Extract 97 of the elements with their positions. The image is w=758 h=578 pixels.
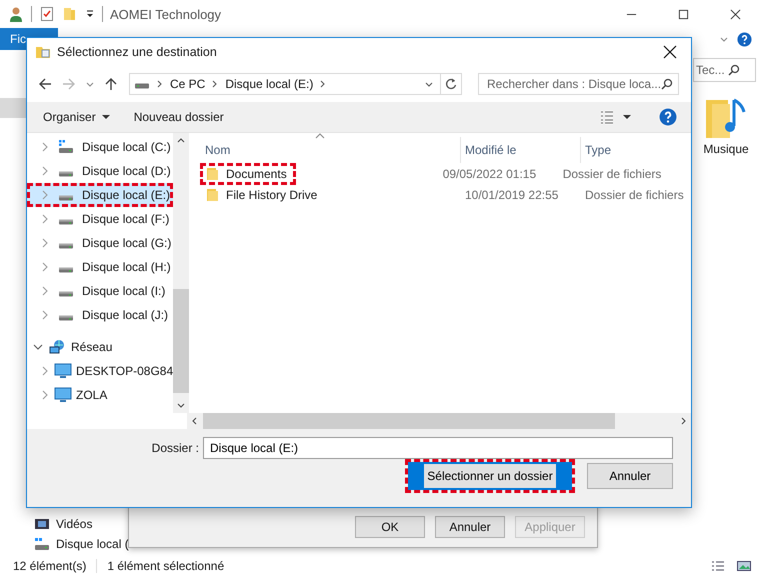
monitor-icon <box>54 362 72 380</box>
dialog-button[interactable]: Annuler <box>435 516 505 538</box>
drive-icon <box>58 195 74 201</box>
chevron-right-icon[interactable] <box>40 142 50 152</box>
tree-item[interactable]: Disque local (E:) <box>27 183 174 207</box>
chevron-right-icon[interactable] <box>40 238 50 248</box>
folder-input[interactable]: Disque local (E:) <box>203 437 673 459</box>
scroll-left-icon[interactable] <box>191 417 199 425</box>
column-header[interactable]: Type <box>581 137 691 163</box>
breadcrumb-item[interactable]: Disque local (E:) <box>225 77 314 91</box>
scroll-down-icon[interactable] <box>177 401 186 409</box>
chevron-right-icon[interactable] <box>40 166 50 176</box>
folder-label: Dossier : <box>152 441 199 455</box>
chevron-right-icon[interactable] <box>40 262 50 272</box>
drive-icon <box>34 536 50 552</box>
view-options-icon[interactable] <box>599 109 615 125</box>
tree-item[interactable]: Disque local (G:) <box>27 231 174 255</box>
music-folder[interactable]: Musique <box>698 94 754 158</box>
close-icon[interactable] <box>730 8 741 20</box>
new-folder-button[interactable]: Nouveau dossier <box>126 107 232 127</box>
scroll-thumb[interactable] <box>203 413 615 429</box>
drive-icon <box>58 291 74 297</box>
tree-item[interactable]: DESKTOP-08G84 <box>27 359 174 383</box>
film-icon <box>34 516 50 532</box>
drive-icon <box>58 315 74 321</box>
search-icon <box>728 64 740 76</box>
up-arrow-icon[interactable] <box>103 76 119 92</box>
search-field[interactable]: Tec... <box>693 58 756 82</box>
tree-item[interactable]: Réseau <box>27 335 174 359</box>
window-title: AOMEI Technology <box>110 6 222 22</box>
address-bar[interactable]: Ce PC Disque local (E:) <box>129 73 462 95</box>
folder-icon <box>205 166 221 182</box>
chevron-right-icon <box>319 80 328 88</box>
drive-icon <box>58 219 74 225</box>
drive-icon <box>58 243 74 249</box>
file-name: Documents <box>226 166 287 180</box>
search-icon <box>661 78 674 90</box>
scroll-up-icon[interactable] <box>177 137 186 145</box>
nav-item[interactable]: Disque local ( <box>56 537 129 551</box>
monitor-icon <box>54 386 72 404</box>
chevron-right-icon[interactable] <box>40 286 50 296</box>
breadcrumb-item[interactable]: Ce PC <box>170 77 206 91</box>
folder-icon <box>35 44 51 60</box>
folder-icon <box>205 186 221 202</box>
refresh-icon[interactable] <box>444 77 458 91</box>
chevron-down-icon[interactable] <box>33 342 43 352</box>
tree-item[interactable]: Disque local (H:) <box>27 255 174 279</box>
caret-icon[interactable] <box>623 113 631 121</box>
close-icon[interactable] <box>663 45 677 59</box>
tree-item[interactable]: Disque local (D:) <box>27 159 174 183</box>
file-row[interactable]: File History Drive 10/01/2019 22:55 Dossier de fichiers <box>203 184 691 205</box>
drive-icon <box>58 267 74 273</box>
user-icon[interactable] <box>8 6 24 22</box>
file-name: File History Drive <box>226 188 318 202</box>
help-icon[interactable] <box>737 32 752 46</box>
drive-icon <box>58 139 74 155</box>
maximize-icon[interactable] <box>678 8 689 20</box>
tree-item[interactable]: Disque local (I:) <box>27 279 174 303</box>
checklist-icon[interactable] <box>39 6 55 22</box>
file-row[interactable]: Documents 09/05/2022 01:15 Dossier de fichiers <box>203 163 691 184</box>
help-icon[interactable] <box>659 108 677 126</box>
tree-item[interactable]: Disque local (F:) <box>27 207 174 231</box>
scroll-thumb[interactable] <box>173 289 190 393</box>
chevron-right-icon[interactable] <box>40 310 50 320</box>
dialog-title: Sélectionnez une destination <box>57 45 217 59</box>
thumbnail-view-icon[interactable] <box>736 558 752 574</box>
chevron-right-icon[interactable] <box>40 390 50 400</box>
item-count: 12 élément(s) <box>13 559 86 573</box>
table-cell-text: 10/01/2019 22:55 <box>464 188 560 202</box>
tree-item[interactable]: ZOLA <box>27 383 174 407</box>
dialog-button[interactable]: Sélectionner un dossier <box>405 459 575 493</box>
dialog-button[interactable]: Annuler <box>587 463 673 489</box>
column-header[interactable]: Modifié le <box>461 137 581 163</box>
chevron-right-icon[interactable] <box>40 366 50 376</box>
selection-count: 1 élément sélectionné <box>107 559 224 573</box>
table-cell-text: Dossier de fichiers <box>584 188 685 202</box>
column-header[interactable]: Nom <box>203 137 461 163</box>
scroll-right-icon[interactable] <box>679 417 687 425</box>
chevron-right-icon <box>156 80 164 88</box>
caret-icon <box>102 113 110 121</box>
tree-item[interactable]: Disque local (C:) <box>27 135 174 159</box>
drive-icon <box>58 171 74 177</box>
network-icon <box>49 339 65 355</box>
tree-item[interactable]: Disque local (J:) <box>27 303 174 327</box>
table-cell-text: Dossier de fichiers <box>562 166 662 180</box>
drive-icon <box>134 83 150 89</box>
scrollbar[interactable] <box>173 133 190 413</box>
nav-item[interactable]: Vidéos <box>56 517 92 531</box>
search-field[interactable]: Rechercher dans : Disque loca... <box>478 73 679 95</box>
organize-button[interactable]: Organiser <box>35 107 118 127</box>
chevron-right-icon <box>211 80 220 88</box>
table-cell-text: 09/05/2022 01:15 <box>442 166 538 180</box>
dialog-button[interactable]: OK <box>355 516 425 538</box>
sort-up-icon <box>315 133 325 139</box>
chevron-right-icon[interactable] <box>40 214 50 224</box>
dropdown-icon[interactable] <box>85 9 95 19</box>
back-arrow-icon[interactable] <box>37 76 53 92</box>
